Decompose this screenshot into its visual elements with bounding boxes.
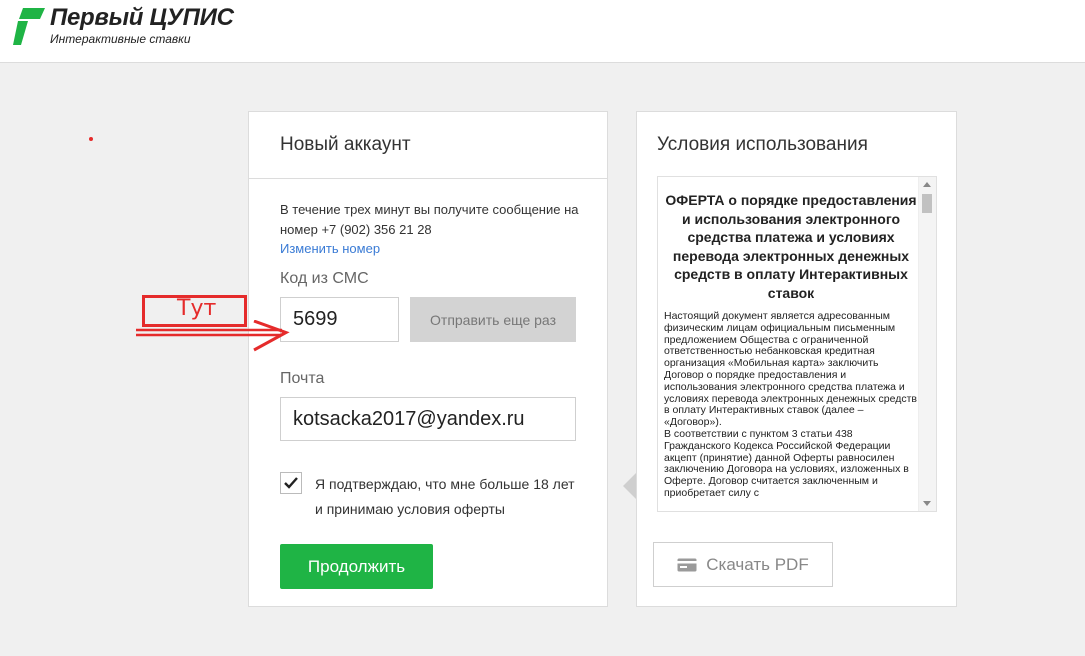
brand-title: Первый ЦУПИС — [50, 4, 234, 31]
agree-checkbox[interactable] — [280, 472, 302, 494]
divider — [249, 178, 607, 179]
sms-code-input[interactable]: 5699 — [280, 297, 399, 342]
terms-panel: Условия использования ОФЕРТА о порядке п… — [636, 111, 957, 607]
download-pdf-button[interactable]: Скачать PDF — [653, 542, 833, 587]
annotation-label: Тут — [177, 296, 217, 321]
resend-button[interactable]: Отправить еще раз — [410, 297, 576, 342]
panel-pointer — [623, 473, 636, 499]
scroll-down-icon[interactable] — [923, 501, 931, 506]
card-icon — [677, 558, 697, 571]
sms-code-label: Код из СМС — [280, 270, 369, 287]
brand-subtitle: Интерактивные ставки — [50, 32, 191, 46]
document-scrollbar[interactable] — [918, 177, 936, 511]
new-account-panel: Новый аккаунт В течение трех минут вы по… — [248, 111, 608, 607]
top-header: Первый ЦУПИС Интерактивные ставки — [0, 0, 1085, 63]
email-input[interactable]: kotsacka2017@yandex.ru — [280, 397, 576, 441]
agree-text: Я подтверждаю, что мне больше 18 лет и п… — [315, 476, 575, 517]
checkmark-icon — [284, 477, 298, 489]
phone-number: +7 (902) 356 21 28 — [321, 222, 432, 237]
offer-paragraph-2: В соответствии с пунктом 3 статьи 438 Гр… — [664, 427, 909, 499]
offer-heading: ОФЕРТА о порядке предоставления и исполь… — [665, 192, 917, 301]
download-pdf-label: Скачать PDF — [706, 554, 809, 574]
continue-button[interactable]: Продолжить — [280, 544, 433, 589]
brand-logo-icon — [13, 8, 45, 45]
annotation-arrow-icon — [136, 320, 290, 352]
stray-dot — [89, 137, 93, 141]
scroll-up-icon[interactable] — [923, 182, 931, 187]
terms-title: Условия использования — [657, 134, 868, 155]
scroll-thumb[interactable] — [922, 194, 932, 213]
offer-paragraph-1: Настоящий документ является адресованным… — [664, 310, 918, 429]
sms-info-text: В течение трех минут вы получите сообщен… — [280, 200, 590, 240]
email-label: Почта — [280, 370, 325, 387]
panel-title: Новый аккаунт — [280, 134, 411, 155]
offer-body: Настоящий документ является адресованным… — [664, 310, 918, 500]
offer-document-viewer[interactable]: ОФЕРТА о порядке предоставления и исполь… — [657, 176, 937, 512]
change-number-link[interactable]: Изменить номер — [280, 241, 380, 256]
